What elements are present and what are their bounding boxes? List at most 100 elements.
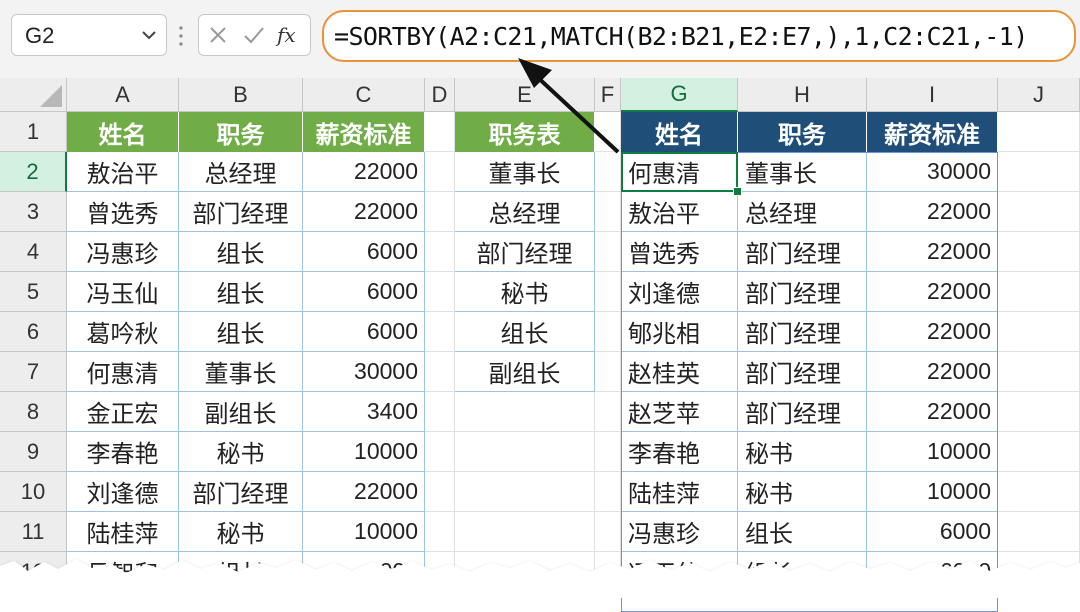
left-table-cell[interactable]: 3400 (303, 392, 425, 432)
row-header-1[interactable]: 1 (0, 112, 67, 152)
grid-cell[interactable] (455, 512, 595, 552)
grid-cell[interactable] (595, 552, 621, 592)
result-table-cell[interactable]: 30000 (867, 152, 998, 192)
column-header-e[interactable]: E (455, 78, 595, 112)
worksheet-grid[interactable]: A B C D E F G H I J 1 2 3 4 5 6 7 8 9 10 11 12 姓名 职务 薪资标准 敖治平 总经理 2… (0, 78, 1080, 612)
grid-cell[interactable] (425, 432, 455, 472)
left-table-cell[interactable]: 秘书 (179, 432, 303, 472)
result-table-cell[interactable]: 6000 (867, 552, 998, 592)
result-table-cell[interactable]: 组长 (738, 552, 867, 592)
left-table-cell[interactable]: 刘逢德 (67, 472, 179, 512)
grid-cell[interactable] (595, 192, 621, 232)
left-table-cell[interactable]: 组长 (179, 552, 303, 592)
result-table-cell[interactable]: 10000 (867, 472, 998, 512)
left-table-cell[interactable]: 组长 (179, 232, 303, 272)
row-header-8[interactable]: 8 (0, 392, 67, 432)
row-header-11[interactable]: 11 (0, 512, 67, 552)
grid-cell[interactable] (455, 392, 595, 432)
result-table-cell[interactable]: 冯惠珍 (621, 512, 738, 552)
result-table-cell[interactable]: 10000 (867, 432, 998, 472)
active-cell-g2[interactable]: 何惠清 (621, 152, 738, 192)
select-all-corner-icon[interactable] (40, 85, 62, 107)
result-table-cell[interactable]: 部门经理 (738, 312, 867, 352)
grid-cell[interactable] (455, 472, 595, 512)
grid-cell[interactable] (595, 272, 621, 312)
row-header-10[interactable]: 10 (0, 472, 67, 512)
result-table-cell[interactable]: 部门经理 (738, 232, 867, 272)
left-table-cell[interactable]: 10000 (303, 432, 425, 472)
result-table-cell[interactable]: 22000 (867, 232, 998, 272)
result-table-cell[interactable]: 部门经理 (738, 272, 867, 312)
left-table-cell[interactable]: 金正宏 (67, 392, 179, 432)
chevron-down-icon[interactable] (141, 28, 157, 42)
grid-cell[interactable] (998, 352, 1080, 392)
select-all-button[interactable] (0, 78, 67, 112)
left-table-cell[interactable]: 曾选秀 (67, 192, 179, 232)
grid-cell[interactable] (595, 512, 621, 552)
fx-icon[interactable]: fx (273, 15, 307, 55)
fill-handle[interactable] (733, 187, 742, 196)
left-table-cell[interactable]: 6000 (303, 312, 425, 352)
left-table-cell[interactable]: 冯惠珍 (67, 232, 179, 272)
left-table-header[interactable]: 薪资标准 (303, 112, 425, 152)
result-table-cell[interactable]: 部门经理 (738, 352, 867, 392)
position-table-cell[interactable]: 部门经理 (455, 232, 595, 272)
column-header-c[interactable]: C (303, 78, 425, 112)
grid-cell[interactable] (998, 272, 1080, 312)
left-table-cell[interactable]: 组长 (179, 312, 303, 352)
column-header-h[interactable]: H (738, 78, 867, 112)
grid-cell[interactable] (595, 432, 621, 472)
left-table-cell[interactable]: 6000 (303, 232, 425, 272)
result-table-cell[interactable]: 22000 (867, 272, 998, 312)
grid-cell[interactable] (595, 112, 621, 152)
left-table-cell[interactable]: 吕智和 (67, 552, 179, 592)
row-header-2[interactable]: 2 (0, 152, 67, 192)
result-table-cell[interactable]: 22000 (867, 312, 998, 352)
left-table-cell[interactable]: 30000 (303, 352, 425, 392)
result-table-cell[interactable]: 赵芝苹 (621, 392, 738, 432)
result-table-header[interactable]: 薪资标准 (867, 112, 998, 152)
grid-cell[interactable] (998, 512, 1080, 552)
drag-handle-icon[interactable] (178, 24, 184, 48)
position-table-cell[interactable]: 总经理 (455, 192, 595, 232)
grid-cell[interactable] (998, 472, 1080, 512)
grid-cell[interactable] (425, 392, 455, 432)
grid-cell[interactable] (595, 312, 621, 352)
column-header-d[interactable]: D (425, 78, 455, 112)
left-table-header[interactable]: 姓名 (67, 112, 179, 152)
row-header-3[interactable]: 3 (0, 192, 67, 232)
grid-cell[interactable] (998, 192, 1080, 232)
cancel-x-icon[interactable] (201, 15, 235, 55)
enter-check-icon[interactable] (237, 15, 271, 55)
grid-cell[interactable] (998, 552, 1080, 592)
position-table-cell[interactable]: 组长 (455, 312, 595, 352)
name-box[interactable]: G2 (11, 14, 167, 56)
left-table-cell[interactable]: 敖治平 (67, 152, 179, 192)
grid-cell[interactable] (998, 112, 1080, 152)
position-table-cell[interactable]: 秘书 (455, 272, 595, 312)
row-header-9[interactable]: 9 (0, 432, 67, 472)
grid-cell[interactable] (425, 192, 455, 232)
grid-cell[interactable] (425, 232, 455, 272)
result-table-cell[interactable]: 董事长 (738, 152, 867, 192)
result-table-cell[interactable]: 22000 (867, 352, 998, 392)
grid-cell[interactable] (425, 312, 455, 352)
grid-cell[interactable] (425, 152, 455, 192)
result-table-cell[interactable]: 李春艳 (621, 432, 738, 472)
left-table-cell[interactable]: 组长 (179, 272, 303, 312)
grid-cell[interactable] (455, 552, 595, 592)
left-table-cell[interactable]: 部门经理 (179, 472, 303, 512)
row-header-12[interactable]: 12 (0, 552, 67, 592)
result-table-cell[interactable]: 6000 (867, 512, 998, 552)
row-header-6[interactable]: 6 (0, 312, 67, 352)
position-table-header[interactable]: 职务表 (455, 112, 595, 152)
left-table-cell[interactable]: 秘书 (179, 512, 303, 552)
position-table-cell[interactable]: 副组长 (455, 352, 595, 392)
left-table-cell[interactable]: 董事长 (179, 352, 303, 392)
grid-cell[interactable] (998, 152, 1080, 192)
grid-cell[interactable] (998, 392, 1080, 432)
grid-cell[interactable] (595, 152, 621, 192)
grid-cell[interactable] (998, 232, 1080, 272)
left-table-cell[interactable]: 总经理 (179, 152, 303, 192)
name-box-value[interactable]: G2 (25, 23, 54, 49)
